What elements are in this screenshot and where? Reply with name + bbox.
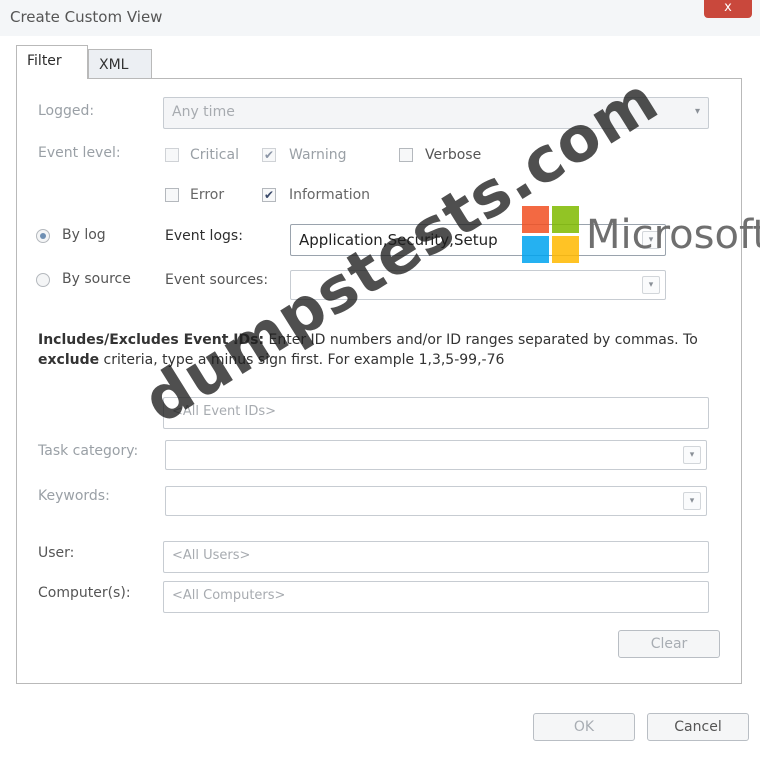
logo-square-blue [522, 236, 549, 263]
event-ids-input[interactable]: <All Event IDs> [163, 397, 709, 429]
error-checkbox[interactable] [165, 188, 179, 202]
by-log-radio[interactable] [36, 229, 50, 243]
critical-label: Critical [190, 147, 239, 163]
chevron-down-icon[interactable]: ▾ [642, 276, 660, 294]
computers-label: Computer(s): [38, 585, 131, 601]
error-label: Error [190, 187, 225, 203]
ok-button[interactable]: OK [533, 713, 635, 741]
tab-xml-label: XML [99, 57, 129, 73]
tab-filter-label: Filter [27, 53, 62, 69]
by-source-label: By source [62, 271, 131, 287]
user-label: User: [38, 545, 75, 561]
event-sources-label: Event sources: [165, 272, 269, 288]
clear-button[interactable]: Clear [618, 630, 720, 658]
cancel-button[interactable]: Cancel [647, 713, 749, 741]
user-input[interactable]: <All Users> [163, 541, 709, 573]
microsoft-logo [522, 206, 580, 264]
user-value: <All Users> [172, 548, 251, 563]
information-label: Information [289, 187, 371, 203]
chevron-down-icon: ▾ [694, 106, 700, 117]
keywords-select[interactable]: ▾ [165, 486, 707, 516]
event-ids-description: Includes/Excludes Event IDs: Enter ID nu… [38, 330, 728, 370]
keywords-label: Keywords: [38, 488, 110, 504]
close-button[interactable]: x [704, 0, 752, 18]
window-title: Create Custom View [10, 8, 163, 26]
tab-filter[interactable]: Filter [16, 45, 88, 79]
computers-input[interactable]: <All Computers> [163, 581, 709, 613]
verbose-checkbox[interactable] [399, 148, 413, 162]
logo-square-yellow [552, 236, 579, 263]
warning-checkbox[interactable]: ✔ [262, 148, 276, 162]
desc-bold-2: exclude [38, 352, 100, 368]
logo-square-green [552, 206, 579, 233]
chevron-down-icon[interactable]: ▾ [683, 492, 701, 510]
critical-checkbox[interactable] [165, 148, 179, 162]
by-log-label: By log [62, 227, 106, 243]
task-category-select[interactable]: ▾ [165, 440, 707, 470]
by-source-radio[interactable] [36, 273, 50, 287]
logged-select-value: Any time [172, 104, 235, 120]
event-logs-label: Event logs: [165, 228, 243, 244]
title-bar: Create Custom View x [0, 0, 760, 36]
logged-label: Logged: [38, 103, 95, 119]
information-checkbox[interactable]: ✔ [262, 188, 276, 202]
warning-label: Warning [289, 147, 347, 163]
chevron-down-icon[interactable]: ▾ [683, 446, 701, 464]
task-category-label: Task category: [38, 443, 139, 459]
computers-value: <All Computers> [172, 588, 286, 603]
microsoft-logo-text: Microsoft [586, 212, 760, 258]
tab-xml[interactable]: XML [88, 49, 152, 78]
event-level-label: Event level: [38, 145, 121, 161]
